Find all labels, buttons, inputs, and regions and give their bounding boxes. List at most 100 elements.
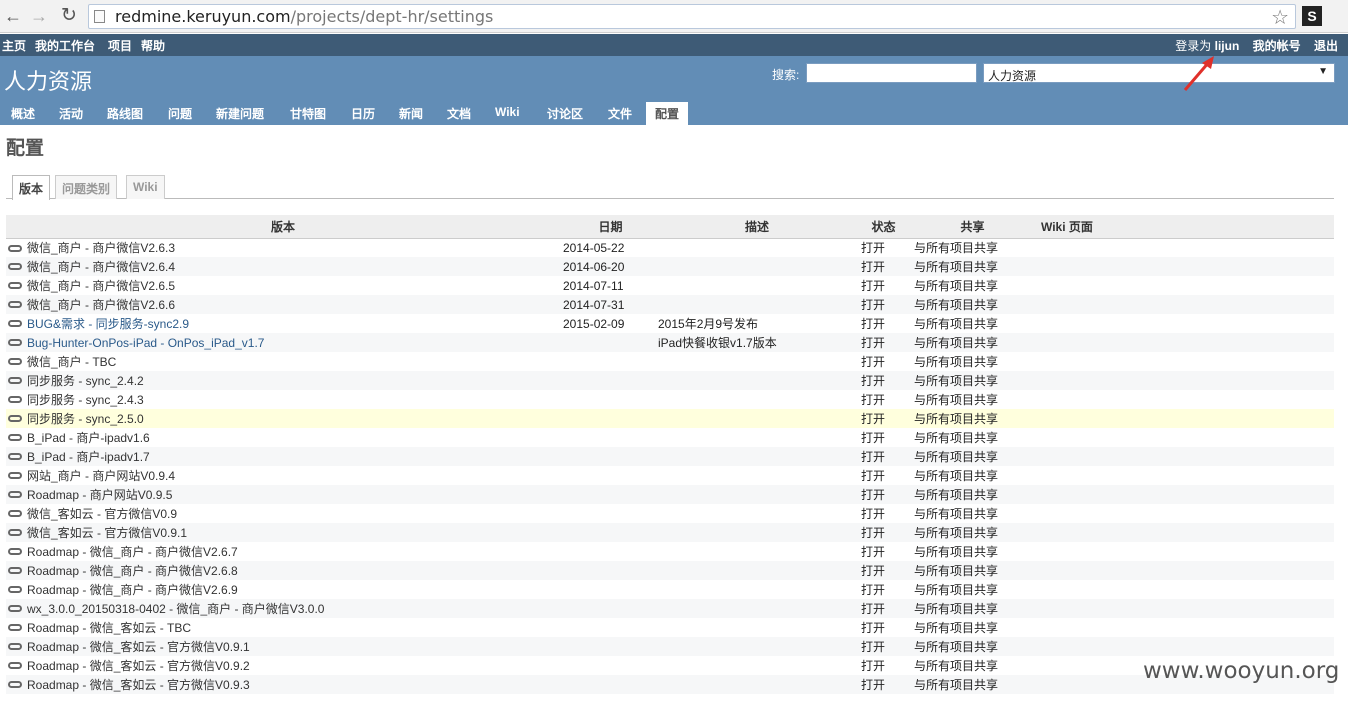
address-bar[interactable]: redmine.keruyun.com/projects/dept-hr/set… [88, 4, 1296, 29]
forward-arrow-icon[interactable]: → [28, 5, 50, 27]
version-sharing-cell: 与所有项目共享 [906, 542, 1031, 561]
version-status-cell: 打开 [856, 295, 906, 314]
my-account-link[interactable]: 我的帐号 [1253, 39, 1301, 53]
version-name-link[interactable]: 同步服务 - sync_2.4.2 [27, 374, 144, 388]
version-name-cell: Roadmap - 微信_客如云 - TBC [6, 618, 558, 637]
tab-versions[interactable]: 版本 [12, 175, 51, 200]
version-name-link[interactable]: 微信_客如云 - 官方微信V0.9 [27, 507, 177, 521]
version-wiki-page-cell [1031, 428, 1334, 447]
bookmark-star-icon[interactable]: ☆ [1271, 5, 1289, 30]
version-description-cell [658, 257, 856, 276]
version-name-link[interactable]: Roadmap - 微信_客如云 - 官方微信V0.9.1 [27, 640, 250, 654]
back-arrow-icon[interactable]: ← [2, 5, 24, 27]
tab-activity[interactable]: 活动 [59, 105, 83, 122]
logout-link[interactable]: 退出 [1314, 39, 1338, 53]
tab-forums[interactable]: 讨论区 [547, 105, 583, 122]
version-sharing-cell: 与所有项目共享 [906, 675, 1031, 694]
version-status-cell: 打开 [856, 428, 906, 447]
dropdown-arrow-icon: ▼ [1318, 66, 1328, 77]
version-status: 打开 [861, 336, 886, 350]
version-name-link[interactable]: Roadmap - 微信_客如云 - TBC [27, 621, 191, 635]
table-row: 同步服务 - sync_2.4.2 打开 与所有项目共享 [6, 371, 1334, 390]
version-date-cell [558, 485, 658, 504]
version-name-link[interactable]: 微信_商户 - TBC [27, 355, 116, 369]
version-name-link[interactable]: 微信_商户 - 商户微信V2.6.4 [27, 260, 175, 274]
tab-overview[interactable]: 概述 [11, 105, 35, 122]
version-status: 打开 [861, 659, 886, 673]
version-date-cell: 2014-05-22 [558, 238, 658, 257]
version-sharing: 与所有项目共享 [914, 678, 999, 692]
version-name-link[interactable]: Roadmap - 微信_客如云 - 官方微信V0.9.3 [27, 678, 250, 692]
version-date-cell [558, 390, 658, 409]
tab-settings-wiki[interactable]: Wiki [126, 175, 165, 199]
version-name-link[interactable]: BUG&需求 - 同步服务-sync2.9 [27, 317, 189, 331]
version-sharing: 与所有项目共享 [914, 260, 999, 274]
version-name-cell: 网站_商户 - 商户网站V0.9.4 [6, 466, 558, 485]
top-menu-my-page[interactable]: 我的工作台 [35, 37, 95, 54]
version-date-cell [558, 409, 658, 428]
project-header: 人力资源 搜索: 人力资源 ▼ 概述 活动 路线图 问题 新建问题 甘特图 日历… [0, 56, 1348, 125]
link-icon [8, 396, 22, 404]
tab-new-issue[interactable]: 新建问题 [216, 105, 264, 122]
version-name-link[interactable]: Roadmap - 微信_商户 - 商户微信V2.6.9 [27, 583, 238, 597]
version-name-link[interactable]: B_iPad - 商户-ipadv1.6 [27, 431, 150, 445]
version-sharing: 与所有项目共享 [914, 317, 999, 331]
extension-icon[interactable]: S [1302, 6, 1322, 26]
tab-calendar[interactable]: 日历 [351, 105, 375, 122]
version-name-link[interactable]: Bug-Hunter-OnPos-iPad - OnPos_iPad_v1.7 [27, 336, 264, 350]
username-link[interactable]: lijun [1215, 39, 1240, 53]
version-date-cell [558, 333, 658, 352]
version-wiki-page-cell [1031, 352, 1334, 371]
search-input[interactable] [806, 63, 977, 83]
col-header-description: 描述 [658, 215, 856, 239]
version-name-link[interactable]: B_iPad - 商户-ipadv1.7 [27, 450, 150, 464]
tab-roadmap[interactable]: 路线图 [107, 105, 143, 122]
version-name-cell: 微信_商户 - 商户微信V2.6.3 [6, 238, 558, 257]
tab-issue-categories[interactable]: 问题类别 [55, 175, 118, 199]
version-name-link[interactable]: 同步服务 - sync_2.4.3 [27, 393, 144, 407]
version-name-cell: Roadmap - 微信_商户 - 商户微信V2.6.7 [6, 542, 558, 561]
version-description-cell [658, 447, 856, 466]
version-date-cell [558, 542, 658, 561]
version-date-cell [558, 618, 658, 637]
version-wiki-page-cell [1031, 561, 1334, 580]
version-name-link[interactable]: Roadmap - 微信_商户 - 商户微信V2.6.8 [27, 564, 238, 578]
table-row: Roadmap - 微信_客如云 - 官方微信V0.9.3 打开 与所有项目共享 [6, 675, 1334, 694]
version-name-link[interactable]: 微信_商户 - 商户微信V2.6.5 [27, 279, 175, 293]
link-icon [8, 662, 22, 670]
table-row: 同步服务 - sync_2.5.0 打开 与所有项目共享 [6, 409, 1334, 428]
logged-as: 登录为 lijun [1175, 39, 1239, 53]
tab-gantt[interactable]: 甘特图 [290, 105, 326, 122]
tab-wiki[interactable]: Wiki [495, 105, 520, 119]
top-menu-help[interactable]: 帮助 [141, 37, 165, 54]
annotation-arrow-icon [1183, 56, 1214, 91]
tab-news[interactable]: 新闻 [399, 105, 423, 122]
version-name-link[interactable]: Roadmap - 微信_商户 - 商户微信V2.6.7 [27, 545, 238, 559]
version-date-cell [558, 561, 658, 580]
version-status: 打开 [861, 678, 886, 692]
version-name-link[interactable]: 微信_客如云 - 官方微信V0.9.1 [27, 526, 187, 540]
version-name-cell: 微信_客如云 - 官方微信V0.9 [6, 504, 558, 523]
reload-icon[interactable]: ↻ [58, 5, 80, 27]
link-icon [8, 282, 22, 290]
version-name-link[interactable]: 网站_商户 - 商户网站V0.9.4 [27, 469, 175, 483]
version-name-link[interactable]: Roadmap - 商户网站V0.9.5 [27, 488, 172, 502]
version-name-link[interactable]: 微信_商户 - 商户微信V2.6.6 [27, 298, 175, 312]
tab-files[interactable]: 文件 [608, 105, 632, 122]
version-wiki-page-cell [1031, 238, 1334, 257]
version-status: 打开 [861, 374, 886, 388]
version-status-cell: 打开 [856, 409, 906, 428]
project-jump-select[interactable]: 人力资源 ▼ [983, 63, 1335, 83]
version-status-cell: 打开 [856, 333, 906, 352]
version-sharing-cell: 与所有项目共享 [906, 561, 1031, 580]
version-name-link[interactable]: 同步服务 - sync_2.5.0 [27, 412, 144, 426]
top-menu-projects[interactable]: 项目 [108, 37, 132, 54]
version-name-link[interactable]: wx_3.0.0_20150318-0402 - 微信_商户 - 商户微信V3.… [27, 602, 324, 616]
tab-issues[interactable]: 问题 [168, 105, 192, 122]
version-name-link[interactable]: 微信_商户 - 商户微信V2.6.3 [27, 241, 175, 255]
version-status: 打开 [861, 279, 886, 293]
tab-settings[interactable]: 配置 [646, 102, 689, 125]
top-menu-home[interactable]: 主页 [2, 37, 26, 54]
version-name-link[interactable]: Roadmap - 微信_客如云 - 官方微信V0.9.2 [27, 659, 250, 673]
tab-documents[interactable]: 文档 [447, 105, 471, 122]
